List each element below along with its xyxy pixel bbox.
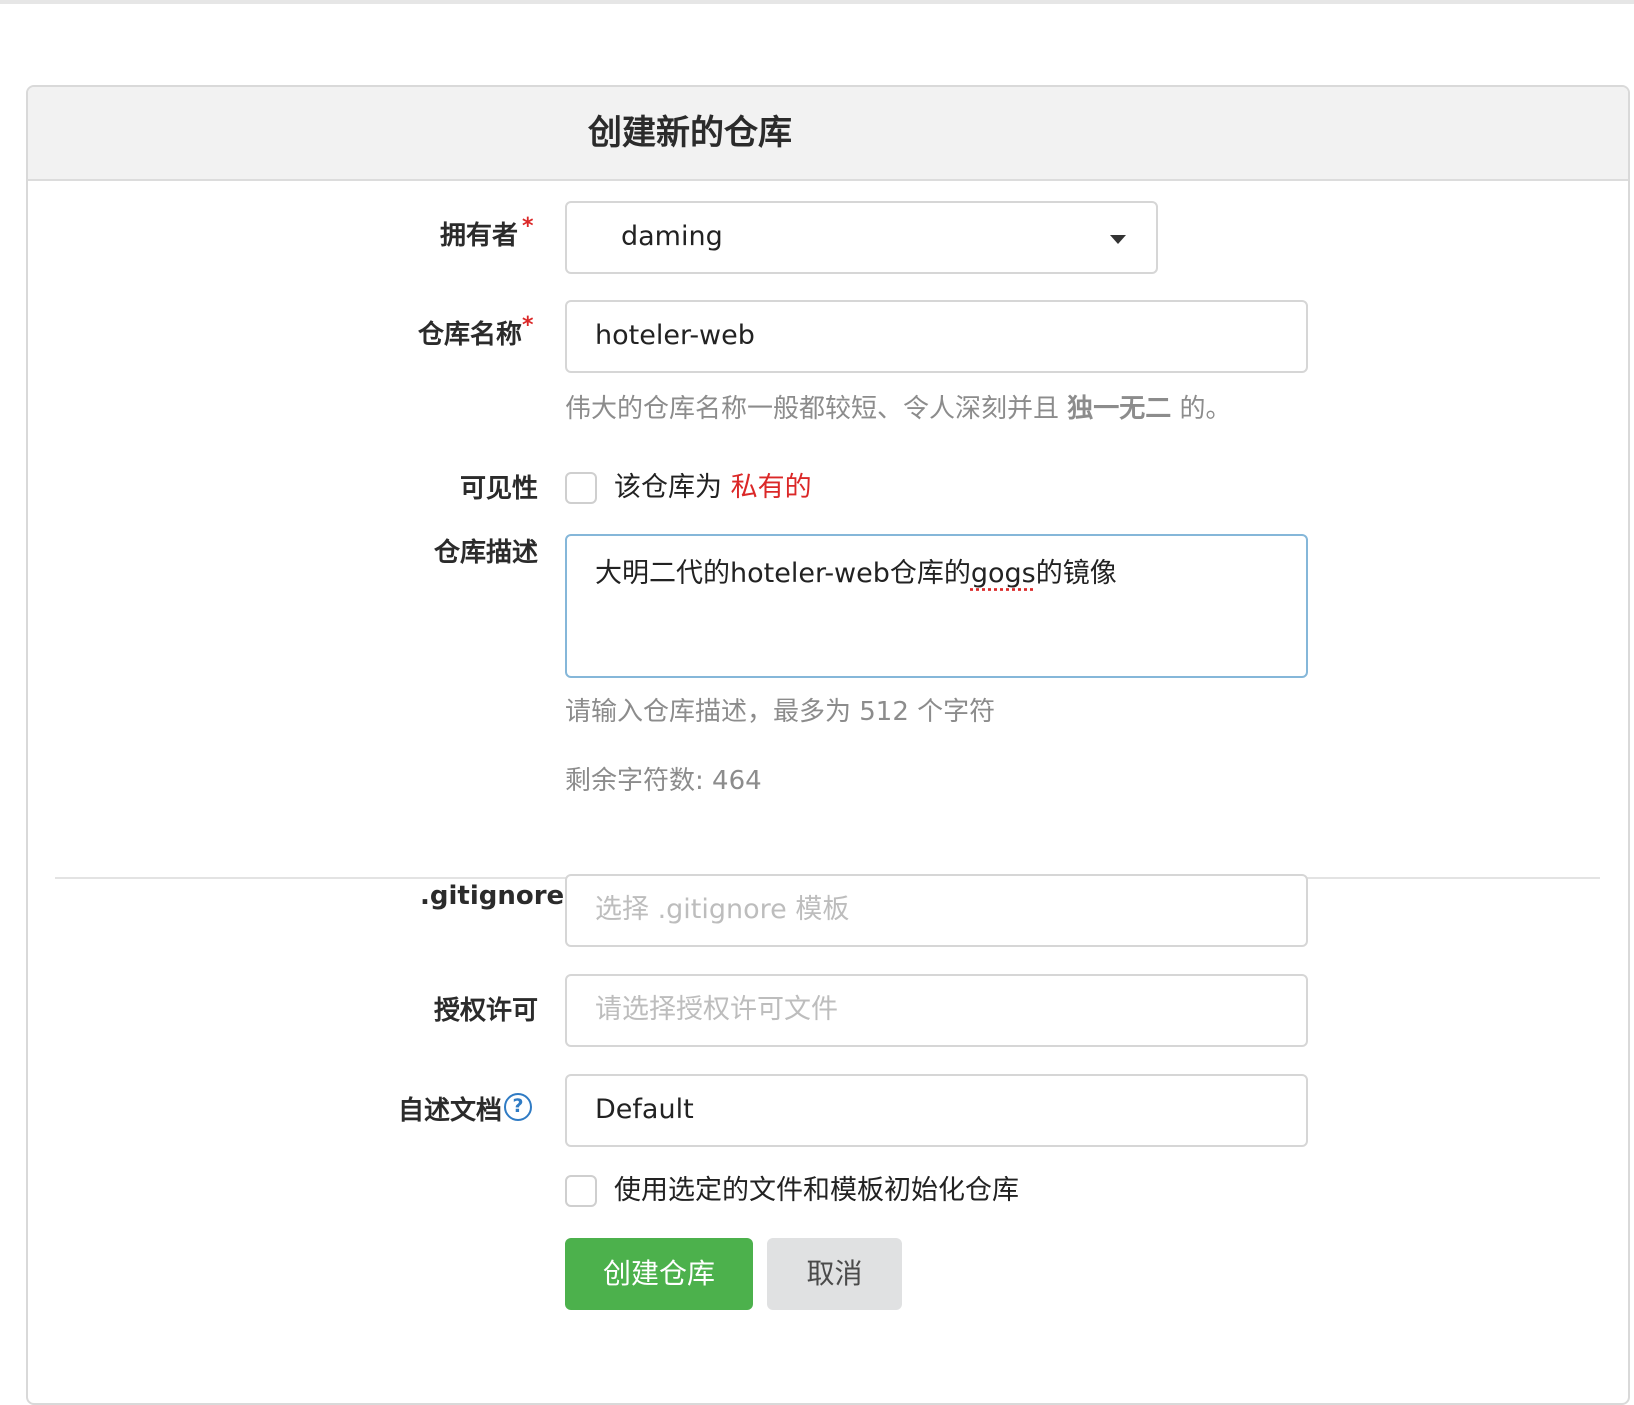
create-repo-button[interactable]: 创建仓库 [565,1238,753,1310]
description-text-1: 大明二代的hoteler-web仓库的 [595,558,971,589]
description-remaining-count: 剩余字符数: 464 [565,766,762,796]
top-border [0,0,1634,4]
description-misspelled-word: gogs [970,558,1036,589]
description-value: 大明二代的hoteler-web仓库的gogs的镜像 [595,556,1117,592]
cancel-button[interactable]: 取消 [767,1238,902,1310]
repo-name-input[interactable]: hoteler-web [565,300,1308,373]
description-text-2: 的镜像 [1035,558,1117,589]
owner-label: 拥有者 [440,221,519,251]
private-checkbox[interactable] [565,472,597,504]
owner-required-mark: * [522,214,534,239]
page-title: 创建新的仓库 [588,113,792,153]
repo-name-help-prefix: 伟大的仓库名称一般都较短、令人深刻并且 [565,394,1068,424]
readme-label: 自述文档 [398,1096,503,1126]
panel-header: 创建新的仓库 [28,87,1628,181]
repo-name-label: 仓库名称 [418,320,523,350]
gitignore-placeholder: 选择 .gitignore 模板 [595,894,850,925]
gitignore-label: .gitignore [420,881,565,911]
private-label-prefix: 该仓库为 [614,472,731,503]
license-placeholder: 请选择授权许可文件 [595,994,838,1025]
repo-name-value: hoteler-web [595,320,755,351]
readme-select[interactable]: Default [565,1074,1308,1147]
license-label: 授权许可 [434,996,539,1026]
owner-value: daming [621,221,723,252]
repo-name-help: 伟大的仓库名称一般都较短、令人深刻并且 独一无二 的。 [565,391,1232,427]
repo-name-help-suffix: 的。 [1171,394,1232,424]
owner-dropdown[interactable]: daming [565,201,1158,274]
repo-name-help-bold: 独一无二 [1067,394,1172,424]
license-select[interactable]: 请选择授权许可文件 [565,974,1308,1047]
chevron-down-icon [1110,235,1126,244]
auto-init-label[interactable]: 使用选定的文件和模板初始化仓库 [614,1173,1019,1209]
repo-name-required-mark: * [522,313,534,338]
private-label-highlight: 私有的 [730,472,812,503]
auto-init-checkbox[interactable] [565,1175,597,1207]
help-icon[interactable]: ? [504,1093,532,1121]
readme-value: Default [595,1094,694,1125]
gitignore-select[interactable]: 选择 .gitignore 模板 [565,874,1308,947]
description-textarea[interactable]: 大明二代的hoteler-web仓库的gogs的镜像 [565,534,1308,678]
private-checkbox-label[interactable]: 该仓库为 私有的 [614,470,812,506]
description-help: 请输入仓库描述，最多为 512 个字符 [565,697,996,727]
description-label: 仓库描述 [434,538,539,568]
visibility-label: 可见性 [460,474,539,504]
